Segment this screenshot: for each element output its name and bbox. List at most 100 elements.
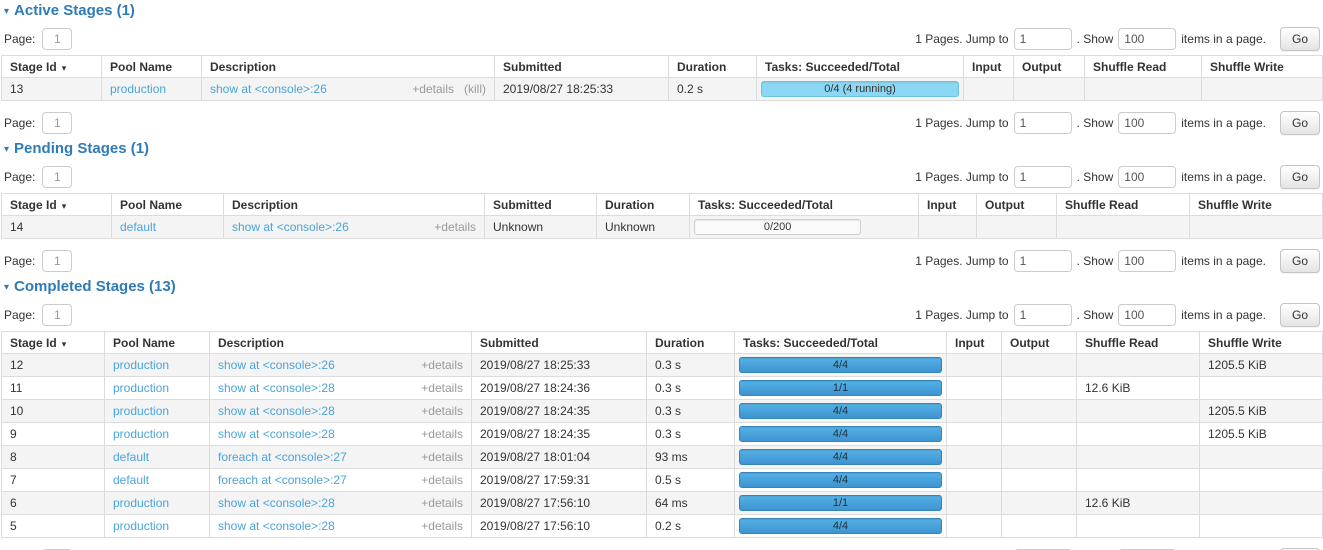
pool-name-link[interactable]: default [120, 220, 156, 234]
pool-name-link[interactable]: production [113, 496, 169, 510]
jump-to-page-input[interactable] [1014, 304, 1072, 326]
description-cell: show at <console>:28 +details [210, 492, 472, 515]
description-link[interactable]: show at <console>:26 [210, 82, 327, 96]
jump-to-page-input[interactable] [1014, 250, 1072, 272]
column-header-pool-name[interactable]: Pool Name [112, 194, 224, 216]
page-size-input[interactable] [1118, 250, 1176, 272]
page-size-input[interactable] [1118, 28, 1176, 50]
details-toggle[interactable]: +details [421, 473, 463, 487]
column-header-duration[interactable]: Duration [647, 332, 735, 354]
description-link[interactable]: foreach at <console>:27 [218, 450, 347, 464]
column-header-pool-name[interactable]: Pool Name [105, 332, 210, 354]
column-header-input[interactable]: Input [919, 194, 977, 216]
description-link[interactable]: foreach at <console>:27 [218, 473, 347, 487]
pool-name-link[interactable]: production [113, 404, 169, 418]
column-header-pool-name[interactable]: Pool Name [102, 56, 202, 78]
column-header-tasks-succeeded-total[interactable]: Tasks: Succeeded/Total [757, 56, 964, 78]
page-size-input[interactable] [1118, 166, 1176, 188]
task-progress-label: 4/4 [833, 405, 848, 417]
go-button[interactable]: Go [1280, 249, 1320, 273]
column-header-description[interactable]: Description [224, 194, 485, 216]
stage-id-cell: 5 [2, 515, 105, 538]
column-header-stage-id[interactable]: Stage Id▾ [2, 56, 102, 78]
column-header-duration[interactable]: Duration [669, 56, 757, 78]
submitted-cell: 2019/08/27 18:24:36 [472, 377, 647, 400]
description-link[interactable]: show at <console>:28 [218, 427, 335, 441]
go-button[interactable]: Go [1280, 111, 1320, 135]
sort-descending-icon: ▾ [62, 63, 67, 73]
description-link[interactable]: show at <console>:28 [218, 404, 335, 418]
section-header-active-stages[interactable]: ▾Active Stages (1) [4, 1, 1322, 18]
details-toggle[interactable]: +details [421, 496, 463, 510]
description-link[interactable]: show at <console>:28 [218, 496, 335, 510]
column-header-input[interactable]: Input [964, 56, 1014, 78]
jump-to-page-input[interactable] [1014, 166, 1072, 188]
column-header-shuffle-read[interactable]: Shuffle Read [1085, 56, 1202, 78]
go-button[interactable]: Go [1280, 27, 1320, 51]
column-header-description[interactable]: Description [202, 56, 495, 78]
stage-row: 14defaultshow at <console>:26+detailsUnk… [2, 216, 1323, 239]
pool-name-link[interactable]: production [113, 519, 169, 533]
pool-name-link[interactable]: default [113, 450, 149, 464]
column-header-output[interactable]: Output [1002, 332, 1077, 354]
stages-page: ▾Active Stages (1)Page:1 Pages. Jump to.… [0, 0, 1323, 550]
column-header-stage-id[interactable]: Stage Id▾ [2, 332, 105, 354]
details-toggle[interactable]: +details [421, 381, 463, 395]
go-button[interactable]: Go [1280, 165, 1320, 189]
details-toggle[interactable]: +details [434, 220, 476, 234]
pool-name-link[interactable]: production [113, 358, 169, 372]
column-header-submitted[interactable]: Submitted [495, 56, 669, 78]
description-link[interactable]: show at <console>:28 [218, 381, 335, 395]
details-toggle[interactable]: +details [412, 82, 454, 96]
stage-id-cell: 11 [2, 377, 105, 400]
column-header-submitted[interactable]: Submitted [485, 194, 597, 216]
details-toggle[interactable]: +details [421, 404, 463, 418]
column-header-shuffle-read[interactable]: Shuffle Read [1077, 332, 1200, 354]
jump-to-page-input[interactable] [1014, 28, 1072, 50]
column-header-input[interactable]: Input [947, 332, 1002, 354]
pool-name-link[interactable]: production [113, 381, 169, 395]
details-toggle[interactable]: +details [421, 519, 463, 533]
page-size-input[interactable] [1118, 112, 1176, 134]
stage-row: 13productionshow at <console>:26+details… [2, 78, 1323, 101]
column-header-label: Tasks: Succeeded/Total [765, 60, 900, 74]
details-toggle[interactable]: +details [421, 450, 463, 464]
column-header-duration[interactable]: Duration [597, 194, 690, 216]
description-link[interactable]: show at <console>:26 [232, 220, 349, 234]
tasks-cell: 4/4 [735, 400, 947, 423]
section-header-pending-stages[interactable]: ▾Pending Stages (1) [4, 139, 1322, 156]
section-header-completed-stages[interactable]: ▾Completed Stages (13) [4, 277, 1322, 294]
description-link[interactable]: show at <console>:28 [218, 519, 335, 533]
jump-to-page-input[interactable] [1014, 112, 1072, 134]
page-number-input[interactable] [42, 112, 72, 134]
details-toggle[interactable]: +details [421, 427, 463, 441]
column-header-shuffle-read[interactable]: Shuffle Read [1057, 194, 1190, 216]
input-cell [947, 377, 1002, 400]
page-number-input[interactable] [42, 166, 72, 188]
description-link[interactable]: show at <console>:26 [218, 358, 335, 372]
kill-link[interactable]: (kill) [464, 82, 486, 96]
page-number-input[interactable] [42, 250, 72, 272]
pool-name-link[interactable]: production [113, 427, 169, 441]
page-number-input[interactable] [42, 28, 72, 50]
show-label: . Show [1077, 308, 1114, 322]
column-header-description[interactable]: Description [210, 332, 472, 354]
column-header-stage-id[interactable]: Stage Id▾ [2, 194, 112, 216]
column-header-output[interactable]: Output [977, 194, 1057, 216]
go-button[interactable]: Go [1280, 303, 1320, 327]
column-header-tasks-succeeded-total[interactable]: Tasks: Succeeded/Total [735, 332, 947, 354]
pool-name-link[interactable]: default [113, 473, 149, 487]
column-header-submitted[interactable]: Submitted [472, 332, 647, 354]
pool-name-link[interactable]: production [110, 82, 166, 96]
column-header-output[interactable]: Output [1014, 56, 1085, 78]
column-header-tasks-succeeded-total[interactable]: Tasks: Succeeded/Total [690, 194, 919, 216]
submitted-cell: 2019/08/27 17:56:10 [472, 492, 647, 515]
page-number-input[interactable] [42, 304, 72, 326]
page-size-input[interactable] [1118, 304, 1176, 326]
column-header-label: Submitted [480, 336, 539, 350]
column-header-shuffle-write[interactable]: Shuffle Write [1202, 56, 1323, 78]
column-header-shuffle-write[interactable]: Shuffle Write [1190, 194, 1323, 216]
column-header-shuffle-write[interactable]: Shuffle Write [1200, 332, 1323, 354]
details-toggle[interactable]: +details [421, 358, 463, 372]
shuffle-write-cell: 1205.5 KiB [1200, 400, 1323, 423]
